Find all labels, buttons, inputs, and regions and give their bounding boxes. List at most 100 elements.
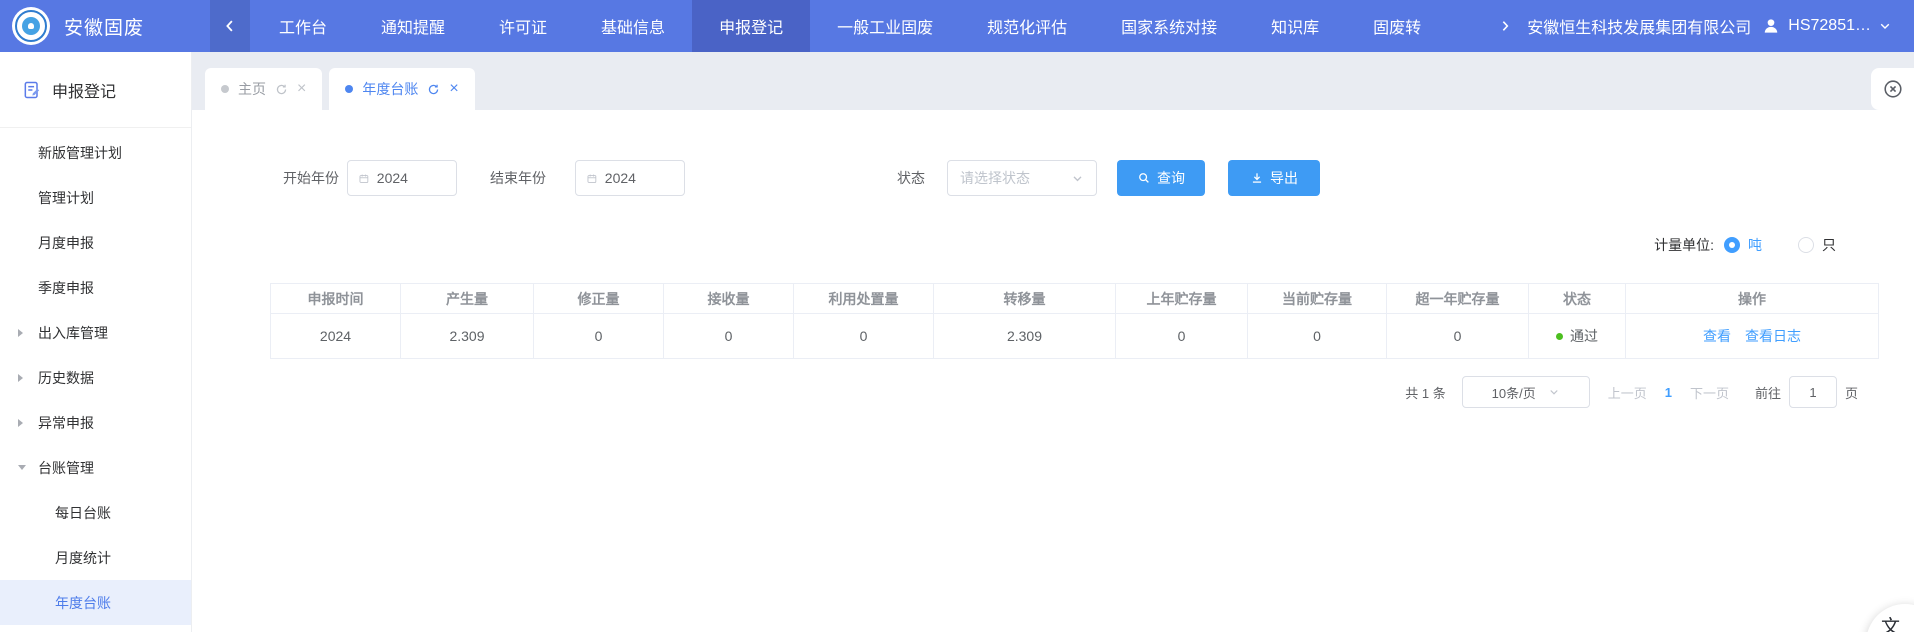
username: HS72851… xyxy=(1788,17,1871,35)
nav-item-knowledge-base[interactable]: 知识库 xyxy=(1244,0,1346,52)
content-panel: 开始年份 结束年份 状态 请选择状态 查询 导出 计量单位: 吨 xyxy=(192,110,1914,632)
sidebar-item-new-management-plan[interactable]: 新版管理计划 xyxy=(0,130,191,175)
cell-received: 0 xyxy=(664,314,794,359)
person-icon xyxy=(1761,16,1781,36)
sidebar-header: 申报登记 xyxy=(0,52,191,128)
col-transferred: 转移量 xyxy=(934,284,1116,314)
sidebar-item-daily-ledger[interactable]: 每日台账 xyxy=(0,490,191,535)
sidebar-item-ledger-management[interactable]: 台账管理 xyxy=(0,445,191,490)
tab-annual-ledger[interactable]: 年度台账 × xyxy=(329,68,474,110)
export-button[interactable]: 导出 xyxy=(1228,160,1320,196)
status-select[interactable]: 请选择状态 xyxy=(947,160,1097,196)
view-link[interactable]: 查看 xyxy=(1703,328,1731,344)
top-navbar: 安徽固废 工作台 通知提醒 许可证 基础信息 申报登记 一般工业固废 规范化评估… xyxy=(0,0,1914,52)
sidebar-menu: 新版管理计划 管理计划 月度申报 季度申报 出入库管理 历史数据 异常申报 台账… xyxy=(0,128,191,625)
nav-item-waste-transfer[interactable]: 固废转 xyxy=(1346,0,1425,52)
unit-label: 计量单位: xyxy=(1654,235,1714,255)
translate-icon: 文 xyxy=(1881,612,1900,632)
sidebar-item-history-data[interactable]: 历史数据 xyxy=(0,355,191,400)
sidebar-title: 申报登记 xyxy=(52,78,116,102)
unit-option-pcs[interactable]: 只 xyxy=(1798,235,1836,255)
refresh-icon[interactable] xyxy=(275,83,288,96)
end-year-field[interactable] xyxy=(575,160,685,196)
app-title: 安徽固废 xyxy=(64,13,144,40)
goto-suffix: 页 xyxy=(1845,383,1858,402)
tab-home[interactable]: 主页 × xyxy=(205,68,322,110)
status-label: 状态 xyxy=(897,160,925,196)
close-icon[interactable]: × xyxy=(297,81,306,97)
page-size-select[interactable]: 10条/页 xyxy=(1462,376,1590,408)
nav-item-standardization-assessment[interactable]: 规范化评估 xyxy=(960,0,1094,52)
start-year-input[interactable] xyxy=(377,170,446,186)
end-year-input[interactable] xyxy=(605,170,674,186)
download-icon xyxy=(1250,171,1264,185)
navbar-right: 安徽恒生科技发展集团有限公司 HS72851… xyxy=(1497,14,1914,38)
col-over-year-storage: 超一年贮存量 xyxy=(1387,284,1529,314)
close-all-tabs-button[interactable] xyxy=(1871,68,1914,110)
col-utilized: 利用处置量 xyxy=(794,284,934,314)
sidebar-item-inout-warehouse[interactable]: 出入库管理 xyxy=(0,310,191,355)
nav-item-national-system[interactable]: 国家系统对接 xyxy=(1094,0,1244,52)
sidebar-collapse-button[interactable] xyxy=(210,0,250,52)
end-year-label: 结束年份 xyxy=(490,160,546,196)
nav-item-notifications[interactable]: 通知提醒 xyxy=(354,0,472,52)
chevron-down-icon xyxy=(1878,19,1892,33)
nav-item-general-industrial-waste[interactable]: 一般工业固废 xyxy=(810,0,960,52)
table-header-row: 申报时间 产生量 修正量 接收量 利用处置量 转移量 上年贮存量 当前贮存量 超… xyxy=(271,284,1879,314)
company-name[interactable]: 安徽恒生科技发展集团有限公司 xyxy=(1527,14,1751,38)
close-icon[interactable]: × xyxy=(449,81,458,97)
status-badge: 通过 xyxy=(1570,326,1598,346)
nav-item-declaration[interactable]: 申报登记 xyxy=(692,0,810,52)
chevron-down-icon xyxy=(1548,386,1560,398)
current-page[interactable]: 1 xyxy=(1665,385,1672,400)
sidebar-item-quarterly-declaration[interactable]: 季度申报 xyxy=(0,265,191,310)
pagination: 共 1 条 10条/页 上一页 1 下一页 前往 页 xyxy=(1405,376,1858,408)
goto-page-input[interactable] xyxy=(1789,376,1837,408)
cell-corrected: 0 xyxy=(534,314,664,359)
search-button[interactable]: 查询 xyxy=(1117,160,1205,196)
cell-transferred: 2.309 xyxy=(934,314,1116,359)
cell-utilized: 0 xyxy=(794,314,934,359)
tab-bar: 主页 × 年度台账 × xyxy=(192,52,1914,110)
unit-selector: 计量单位: 吨 只 xyxy=(1654,230,1836,260)
col-current-storage: 当前贮存量 xyxy=(1248,284,1387,314)
cell-generated: 2.309 xyxy=(401,314,534,359)
nav-item-license[interactable]: 许可证 xyxy=(472,0,574,52)
sidebar-item-monthly-declaration[interactable]: 月度申报 xyxy=(0,220,191,265)
calendar-icon xyxy=(358,171,370,186)
chevron-down-icon xyxy=(1071,172,1084,185)
app-logo-icon xyxy=(12,7,50,45)
col-generated: 产生量 xyxy=(401,284,534,314)
start-year-field[interactable] xyxy=(347,160,457,196)
magnifier-icon xyxy=(1137,171,1151,185)
prev-page-button[interactable]: 上一页 xyxy=(1608,383,1647,402)
unit-option-ton[interactable]: 吨 xyxy=(1724,235,1762,255)
nav-item-workbench[interactable]: 工作台 xyxy=(252,0,354,52)
radio-unselected-icon xyxy=(1798,237,1814,253)
col-corrected: 修正量 xyxy=(534,284,664,314)
brand-area: 安徽固废 xyxy=(0,7,192,45)
user-menu[interactable]: HS72851… xyxy=(1761,16,1892,36)
sidebar-item-management-plan[interactable]: 管理计划 xyxy=(0,175,191,220)
tab-label: 年度台账 xyxy=(362,79,418,99)
next-page-button[interactable]: 下一页 xyxy=(1690,383,1729,402)
cell-status: 通过 xyxy=(1529,314,1626,359)
total-count: 共 1 条 xyxy=(1405,383,1445,402)
table-row: 2024 2.309 0 0 0 2.309 0 0 0 通过 查看查看日志 xyxy=(271,314,1879,359)
sidebar-item-annual-ledger[interactable]: 年度台账 xyxy=(0,580,191,625)
col-actions: 操作 xyxy=(1626,284,1879,314)
sidebar-item-monthly-stats[interactable]: 月度统计 xyxy=(0,535,191,580)
refresh-icon[interactable] xyxy=(427,83,440,96)
view-log-link[interactable]: 查看日志 xyxy=(1745,328,1801,344)
sidebar-item-abnormal-declaration[interactable]: 异常申报 xyxy=(0,400,191,445)
top-menu: 工作台 通知提醒 许可证 基础信息 申报登记 一般工业固废 规范化评估 国家系统… xyxy=(252,0,1497,52)
expand-arrow-icon xyxy=(18,329,23,337)
cell-actions: 查看查看日志 xyxy=(1626,314,1879,359)
collapse-arrow-icon xyxy=(18,465,26,470)
menu-overflow-arrow-icon[interactable] xyxy=(1497,18,1513,34)
nav-item-basic-info[interactable]: 基础信息 xyxy=(574,0,692,52)
col-declare-time: 申报时间 xyxy=(271,284,401,314)
tab-label: 主页 xyxy=(238,79,266,99)
expand-arrow-icon xyxy=(18,374,23,382)
annual-ledger-table: 申报时间 产生量 修正量 接收量 利用处置量 转移量 上年贮存量 当前贮存量 超… xyxy=(270,283,1879,359)
